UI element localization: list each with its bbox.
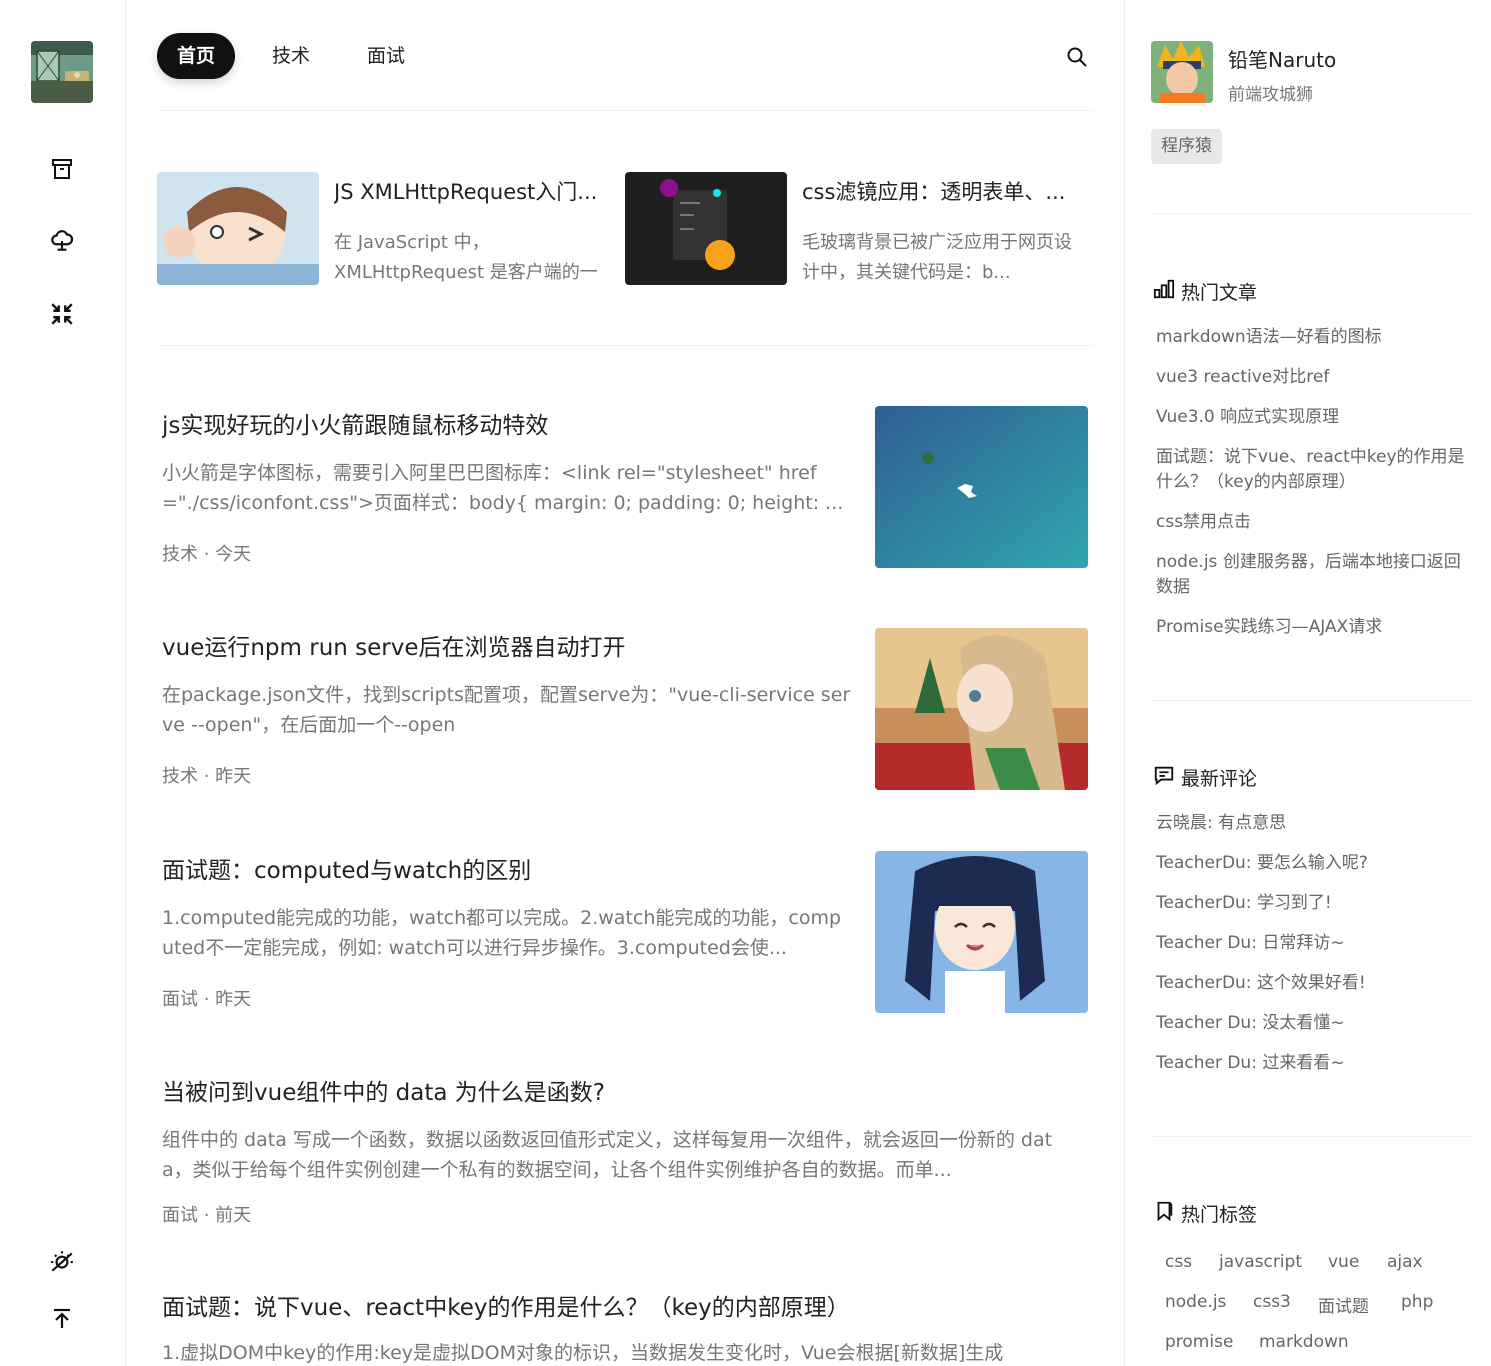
featured-card[interactable]: JS XMLHttpRequest入门... 在 JavaScript 中，XM…	[157, 172, 617, 285]
post-title[interactable]: 当被问到vue组件中的 data 为什么是函数?	[162, 1073, 1088, 1107]
comment-item[interactable]: Teacher Du: 没太看懂~	[1156, 1011, 1471, 1036]
tab-home[interactable]: 首页	[157, 33, 236, 79]
post-thumbnail	[875, 406, 1088, 568]
archive-icon[interactable]	[48, 155, 76, 183]
featured-title: css滤镜应用：透明表单、...	[802, 180, 1066, 204]
hot-article-link[interactable]: Vue3.0 响应式实现原理	[1156, 405, 1471, 430]
comment-icon	[1153, 764, 1175, 791]
section-title: 最新评论	[1181, 768, 1258, 790]
hot-article-link[interactable]: node.js 创建服务器，后端本地接口返回数据	[1156, 550, 1471, 600]
tag-link[interactable]: markdown	[1259, 1332, 1349, 1352]
bookmark-icon	[1153, 1200, 1175, 1227]
hot-article-link[interactable]: markdown语法—好看的图标	[1156, 325, 1471, 350]
comment-item[interactable]: Teacher Du: 过来看看~	[1156, 1051, 1471, 1076]
tag-link[interactable]: node.js	[1165, 1292, 1226, 1312]
comment-item[interactable]: TeacherDu: 这个效果好看!	[1156, 971, 1471, 996]
left-rail	[0, 0, 126, 1366]
tag-link[interactable]: php	[1401, 1292, 1433, 1312]
comment-item[interactable]: TeacherDu: 要怎么输入呢?	[1156, 851, 1471, 876]
post-title[interactable]: 面试题：computed与watch的区别	[162, 851, 862, 885]
divider	[1151, 700, 1474, 701]
back-to-top-icon[interactable]	[48, 1305, 76, 1333]
post-meta: 技术 · 今天	[162, 544, 252, 565]
collapse-arrows-icon[interactable]	[48, 300, 76, 328]
theme-toggle-icon[interactable]	[48, 1247, 76, 1275]
featured-desc: 在 JavaScript 中，XMLHttpRequest 是客户端的一个 A.…	[334, 232, 598, 283]
cloud-upload-icon[interactable]	[48, 227, 76, 255]
tab-tech[interactable]: 技术	[252, 33, 330, 79]
tag-link[interactable]: javascript	[1219, 1252, 1302, 1272]
post-title[interactable]: js实现好玩的小火箭跟随鼠标移动特效	[162, 406, 862, 440]
comment-item[interactable]: TeacherDu: 学习到了!	[1156, 891, 1471, 916]
featured-desc: 毛玻璃背景已被广泛应用于网页设计中，其关键代码是：b...	[802, 232, 1072, 283]
hot-tags-heading: 热门标签	[1153, 1200, 1257, 1227]
post-title[interactable]: 面试题：说下vue、react中key的作用是什么？（key的内部原理）	[162, 1288, 1088, 1322]
hot-article-link[interactable]: 面试题：说下vue、react中key的作用是什么？（key的内部原理）	[1156, 445, 1471, 495]
post-meta: 面试 · 昨天	[162, 989, 252, 1010]
top-nav: 首页 技术 面试	[157, 33, 1093, 111]
section-title: 热门标签	[1181, 1204, 1258, 1226]
post-thumbnail	[875, 851, 1088, 1013]
hot-article-link[interactable]: vue3 reactive对比ref	[1156, 365, 1471, 390]
profile-name: 铅笔Naruto	[1228, 48, 1337, 72]
profile-badge: 程序猿	[1151, 129, 1222, 164]
hot-article-link[interactable]: css禁用点击	[1156, 510, 1471, 535]
tag-link[interactable]: promise	[1165, 1332, 1233, 1352]
post-meta: 技术 · 昨天	[162, 766, 252, 787]
search-icon[interactable]	[1065, 45, 1089, 69]
profile-role: 前端攻城狮	[1228, 85, 1313, 105]
tag-link[interactable]: 面试题	[1318, 1292, 1369, 1317]
featured-title: JS XMLHttpRequest入门...	[334, 180, 598, 204]
featured-thumbnail	[157, 172, 319, 285]
tag-link[interactable]: ajax	[1387, 1252, 1423, 1272]
post-excerpt: 小火箭是字体图标，需要引入阿里巴巴图标库：<link rel="styleshe…	[162, 462, 844, 514]
main-content: 首页 技术 面试 JS XMLHttpRequest入门... 在 JavaSc…	[126, 0, 1124, 1366]
section-title: 热门文章	[1181, 282, 1258, 304]
avatar[interactable]	[1151, 41, 1213, 103]
site-logo[interactable]	[31, 41, 93, 103]
tag-link[interactable]: vue	[1328, 1252, 1359, 1272]
post-thumbnail	[875, 628, 1088, 790]
tag-link[interactable]: css	[1165, 1252, 1192, 1272]
divider	[1151, 1136, 1474, 1137]
featured-thumbnail	[625, 172, 787, 285]
post-excerpt: 组件中的 data 写成一个函数，数据以函数返回值形式定义，这样每复用一次组件，…	[162, 1129, 1053, 1181]
hot-articles-heading: 热门文章	[1153, 278, 1257, 305]
tag-link[interactable]: css3	[1253, 1292, 1291, 1312]
post-title[interactable]: vue运行npm run serve后在浏览器自动打开	[162, 628, 862, 662]
post-excerpt: 1.虚拟DOM中key的作用:key是虚拟DOM对象的标识，当数据发生变化时，V…	[162, 1342, 1004, 1364]
post-excerpt: 1.computed能完成的功能，watch都可以完成。2.watch能完成的功…	[162, 907, 842, 959]
divider	[1151, 213, 1474, 214]
featured-posts: JS XMLHttpRequest入门... 在 JavaScript 中，XM…	[157, 172, 1093, 285]
featured-card[interactable]: css滤镜应用：透明表单、... 毛玻璃背景已被广泛应用于网页设计中，其关键代码…	[625, 172, 1093, 285]
tab-interview[interactable]: 面试	[347, 33, 425, 79]
divider	[157, 345, 1093, 346]
right-sidebar: 铅笔Naruto 前端攻城狮 程序猿 热门文章 markdown语法—好看的图标…	[1124, 0, 1491, 1366]
comment-item[interactable]: Teacher Du: 日常拜访~	[1156, 931, 1471, 956]
latest-comments-heading: 最新评论	[1153, 764, 1257, 791]
bar-chart-icon	[1153, 278, 1175, 305]
comment-item[interactable]: 云晓晨: 有点意思	[1156, 811, 1471, 836]
hot-article-link[interactable]: Promise实践练习—AJAX请求	[1156, 615, 1471, 640]
post-meta: 面试 · 前天	[162, 1205, 252, 1226]
post-excerpt: 在package.json文件，找到scripts配置项，配置serve为："v…	[162, 684, 851, 736]
